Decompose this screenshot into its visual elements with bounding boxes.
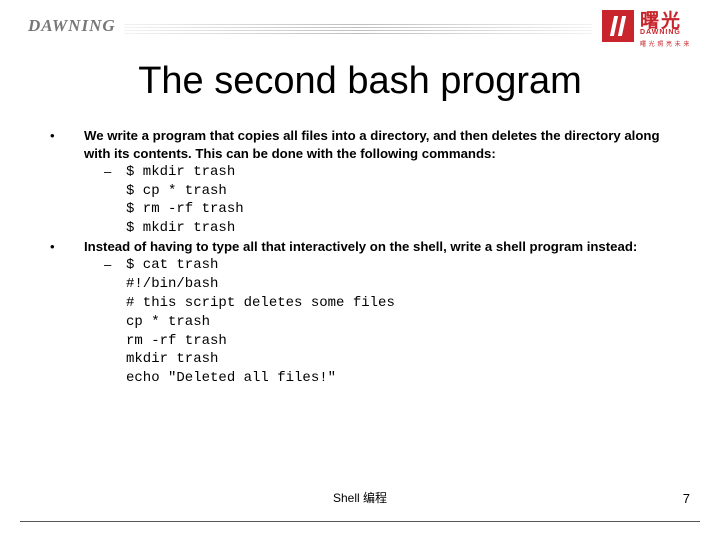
code-line: rm -rf trash xyxy=(44,332,676,351)
code-line: mkdir trash xyxy=(44,350,676,369)
slide-header: DAWNING 曙光 DAWNING 曙 光 照 亮 未 来 xyxy=(0,0,720,50)
bullet-item: • We write a program that copies all fil… xyxy=(44,127,676,163)
code-line: echo "Deleted all files!" xyxy=(44,369,676,388)
footer-rule xyxy=(20,521,700,522)
bullet-text: Instead of having to type all that inter… xyxy=(84,238,676,256)
brand-right-logo: 曙光 DAWNING 曙 光 照 亮 未 来 xyxy=(602,6,702,46)
code-line: #!/bin/bash xyxy=(44,275,676,294)
code-line: – $ mkdir trash xyxy=(44,163,676,182)
dash-marker: – xyxy=(104,163,126,182)
slide-content: • We write a program that copies all fil… xyxy=(0,127,720,388)
header-rule-lines xyxy=(124,24,592,34)
code-line: $ rm -rf trash xyxy=(44,200,676,219)
bullet-marker: • xyxy=(44,238,84,256)
code-line: $ cp * trash xyxy=(44,182,676,201)
dash-marker: – xyxy=(104,256,126,275)
code-line: $ mkdir trash xyxy=(44,219,676,238)
brand-en-text: DAWNING xyxy=(640,29,681,36)
footer-center-text: Shell 编程 xyxy=(0,489,720,506)
code-text: $ cat trash xyxy=(126,256,218,275)
bullet-item: • Instead of having to type all that int… xyxy=(44,238,676,256)
brand-left-text: DAWNING xyxy=(28,16,116,36)
logo-icon xyxy=(602,10,634,42)
brand-tagline: 曙 光 照 亮 未 来 xyxy=(640,39,690,48)
code-line: – $ cat trash xyxy=(44,256,676,275)
code-text: $ mkdir trash xyxy=(126,163,235,182)
bullet-text: We write a program that copies all files… xyxy=(84,127,676,163)
page-number: 7 xyxy=(683,491,690,506)
code-line: cp * trash xyxy=(44,313,676,332)
code-line: # this script deletes some files xyxy=(44,294,676,313)
bullet-marker: • xyxy=(44,127,84,163)
slide-title: The second bash program xyxy=(0,60,720,103)
